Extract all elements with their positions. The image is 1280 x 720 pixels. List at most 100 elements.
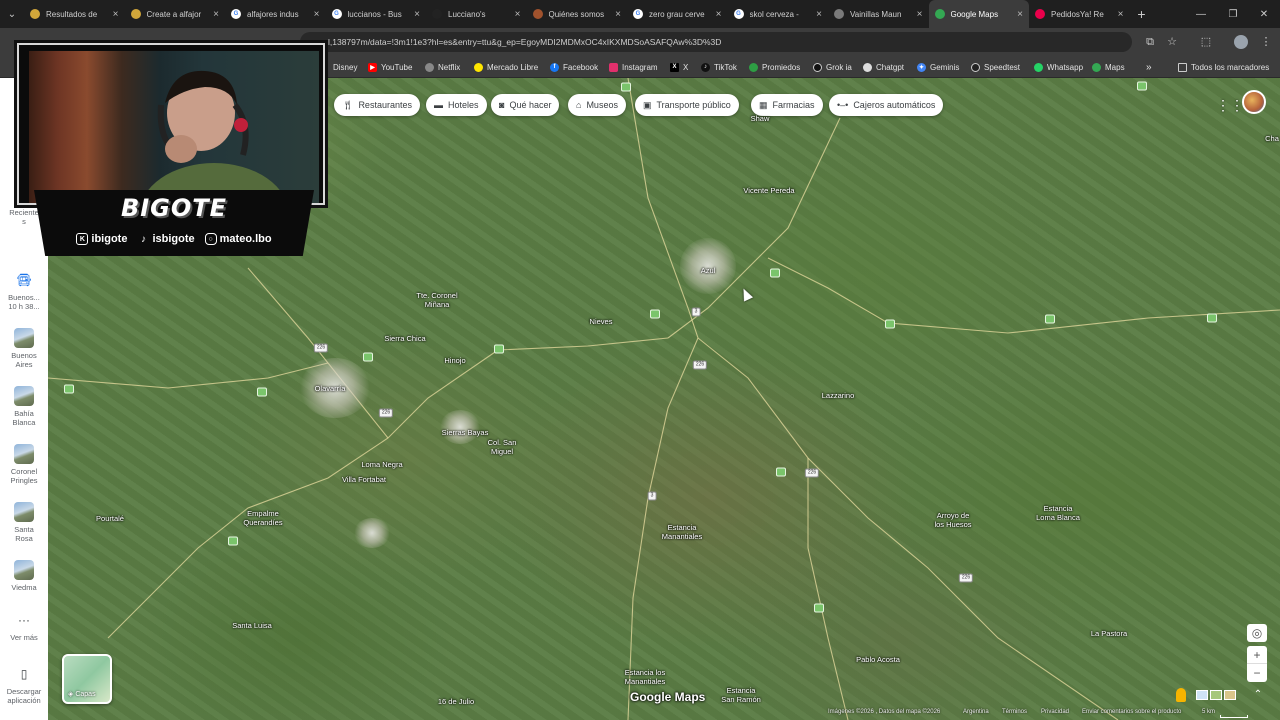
rail-item-see-more[interactable]: ··· Ver más: [0, 610, 48, 643]
place-label[interactable]: Estancia Manantiales: [662, 523, 702, 541]
bookmark-promiedos[interactable]: Promiedos: [749, 56, 800, 78]
bookmark-geminis[interactable]: ✦ Geminis: [917, 56, 959, 78]
apps-grid-icon[interactable]: ⋮⋮: [1216, 96, 1244, 114]
account-avatar[interactable]: [1242, 90, 1266, 114]
bookmark-mercado-libre[interactable]: Mercado Libre: [474, 56, 538, 78]
place-label[interactable]: Estancia los Manantiales: [625, 668, 665, 686]
minimize-icon[interactable]: —: [1185, 0, 1217, 28]
new-tab-button[interactable]: +: [1130, 6, 1154, 22]
tab-alfajores[interactable]: Galfajores indus ×: [225, 0, 326, 28]
tab-luccianos[interactable]: Lucciano's ×: [426, 0, 527, 28]
tab-vainillas[interactable]: Vainillas Maun ×: [828, 0, 929, 28]
close-icon[interactable]: ×: [414, 9, 420, 20]
rail-item-bahia-blanca[interactable]: Bahía Blanca: [0, 386, 48, 427]
bookmark-grok[interactable]: Grok ia: [813, 56, 852, 78]
feedback-link[interactable]: Enviar comentarios sobre el producto: [1082, 709, 1181, 715]
rail-item-download-app[interactable]: ▯ Descargar aplicación: [0, 664, 48, 706]
region-link[interactable]: Argentina: [963, 709, 989, 715]
address-bar[interactable]: l,138797m/data=!3m1!1e3?hl=es&entry=ttu&…: [300, 32, 1132, 52]
tab-create-alfajor[interactable]: Create a alfajor ×: [125, 0, 226, 28]
scale-label[interactable]: 5 km: [1202, 709, 1215, 715]
place-label[interactable]: Sierras Bayas: [442, 428, 489, 437]
bookmark-instagram[interactable]: Instagram: [609, 56, 658, 78]
close-icon[interactable]: ×: [314, 9, 320, 20]
expand-chevron-icon[interactable]: ⌃: [1248, 686, 1268, 704]
close-icon[interactable]: ×: [917, 9, 923, 20]
install-app-icon[interactable]: ⧉: [1143, 35, 1157, 49]
place-label[interactable]: Villa Fortabat: [342, 475, 386, 484]
tab-luccianos-search[interactable]: Gluccianos - Bus ×: [326, 0, 427, 28]
bookmark-x[interactable]: XX: [670, 56, 688, 78]
rail-item-viedma[interactable]: Viedma: [0, 560, 48, 592]
place-label[interactable]: Hinojo: [444, 356, 465, 365]
profile-avatar[interactable]: [1234, 35, 1248, 49]
bookmark-chatgpt[interactable]: Chatgpt: [863, 56, 904, 78]
close-icon[interactable]: ×: [716, 9, 722, 20]
chip-pharmacies[interactable]: ▦ Farmacias: [751, 94, 823, 116]
tab-skol[interactable]: Gskol cerveza - ×: [728, 0, 829, 28]
tab-quienes-somos[interactable]: Quiénes somos ×: [527, 0, 628, 28]
rail-item-coronel-pringles[interactable]: Coronel Pringles: [0, 444, 48, 485]
place-label[interactable]: Santa Luisa: [232, 621, 272, 630]
bookmark-maps[interactable]: Maps: [1092, 56, 1125, 78]
close-icon[interactable]: ×: [515, 9, 521, 20]
chip-atms[interactable]: •–• Cajeros automáticos: [829, 94, 944, 116]
close-icon[interactable]: ×: [816, 9, 822, 20]
extensions-icon[interactable]: ⬚: [1199, 35, 1213, 49]
layers-button[interactable]: ◈ Capas: [62, 654, 112, 704]
chip-restaurants[interactable]: 🍴︎ Restaurantes: [334, 94, 420, 116]
place-label[interactable]: Estancia San Ramón: [721, 686, 761, 704]
tab-search-icon[interactable]: ⌄: [0, 0, 24, 28]
place-label[interactable]: Nieves: [590, 317, 613, 326]
place-label[interactable]: La Pastora: [1091, 629, 1127, 638]
place-label[interactable]: Loma Negra: [361, 460, 402, 469]
map-type-thumbnail[interactable]: [1196, 690, 1208, 700]
place-label[interactable]: Shaw: [751, 114, 770, 123]
close-icon[interactable]: ×: [1118, 9, 1124, 20]
chip-public-transport[interactable]: ▣ Transporte público: [635, 94, 739, 116]
tab-pedidosya[interactable]: PedidosYa! Re ×: [1029, 0, 1130, 28]
place-label[interactable]: Lazzarino: [822, 391, 855, 400]
bookmark-speedtest[interactable]: Speedtest: [971, 56, 1020, 78]
maximize-icon[interactable]: ❐: [1217, 0, 1249, 28]
tab-resultados[interactable]: Resultados de ×: [24, 0, 125, 28]
close-icon[interactable]: ×: [213, 9, 219, 20]
pegman-icon[interactable]: [1176, 688, 1186, 702]
place-label[interactable]: Col. San Miguel: [488, 438, 517, 456]
close-icon[interactable]: ×: [615, 9, 621, 20]
place-label[interactable]: Olavarría: [315, 384, 346, 393]
all-bookmarks-folder[interactable]: Todos los marcadores: [1178, 56, 1269, 78]
terrain-thumbnail[interactable]: [1210, 690, 1222, 700]
close-icon[interactable]: ×: [1017, 9, 1023, 20]
rail-item-buenos-aires[interactable]: Buenos Aires: [0, 328, 48, 369]
place-label[interactable]: Estancia Loma Blanca: [1036, 504, 1080, 522]
place-label[interactable]: Pablo Acosta: [856, 655, 900, 664]
tab-google-maps[interactable]: Google Maps ×: [928, 0, 1029, 28]
more-bookmarks-icon[interactable]: »: [1146, 56, 1152, 78]
place-label[interactable]: 16 de Julio: [438, 697, 474, 706]
bookmark-netflix[interactable]: Netflix: [425, 56, 460, 78]
my-location-button[interactable]: ◎: [1247, 624, 1267, 642]
menu-dots-icon[interactable]: ⋮: [1259, 35, 1273, 49]
bookmark-disney[interactable]: Disney: [333, 56, 357, 78]
place-label[interactable]: Sierra Chica: [384, 334, 425, 343]
chip-things-to-do[interactable]: ◙ Qué hacer: [491, 94, 560, 116]
place-label[interactable]: Arroyo de los Huesos: [934, 511, 971, 529]
close-icon[interactable]: ×: [113, 9, 119, 20]
bookmark-facebook[interactable]: f Facebook: [550, 56, 598, 78]
bookmark-whatsapp[interactable]: Whatsapp: [1034, 56, 1083, 78]
bookmark-youtube[interactable]: ▶ YouTube: [368, 56, 412, 78]
tab-zero-grau[interactable]: Gzero grau cerve ×: [627, 0, 728, 28]
rail-item-santa-rosa[interactable]: Santa Rosa: [0, 502, 48, 543]
place-label[interactable]: Tte. Coronel Miñana: [416, 291, 457, 309]
place-label[interactable]: Vicente Pereda: [743, 186, 794, 195]
place-label[interactable]: Empalme Querandíes: [243, 509, 282, 527]
bookmark-tiktok[interactable]: ♪ TikTok: [701, 56, 737, 78]
place-label[interactable]: Azul: [701, 266, 716, 275]
bookmark-star-icon[interactable]: ☆: [1165, 35, 1179, 49]
rail-item-buenos-aires-route[interactable]: 🚍︎ Buenos... 10 h 38...: [0, 270, 48, 312]
place-label[interactable]: Pourtalé: [96, 514, 124, 523]
place-label[interactable]: Cha: [1265, 134, 1279, 143]
close-window-icon[interactable]: ✕: [1248, 0, 1280, 28]
privacy-link[interactable]: Privacidad: [1041, 709, 1069, 715]
